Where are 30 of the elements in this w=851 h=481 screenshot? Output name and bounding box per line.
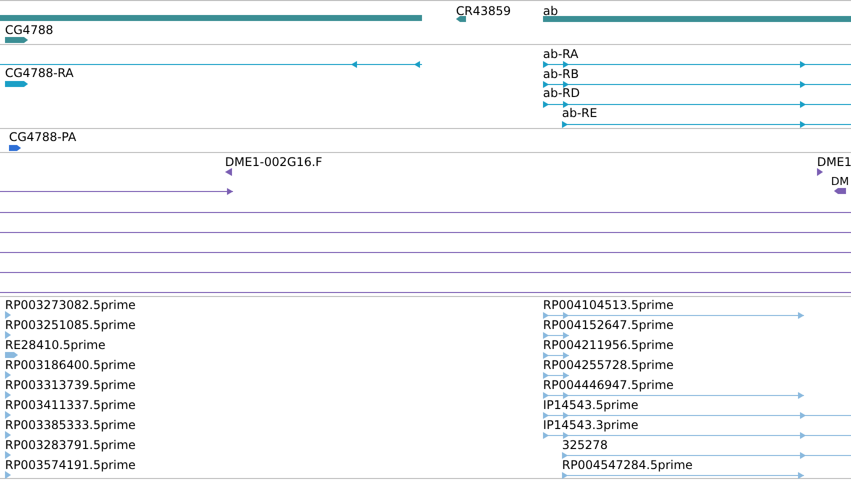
feature-label: RP003251085.5prime <box>5 318 136 332</box>
feature-label: CG4788-PA <box>9 130 76 144</box>
feature-label: RP003385333.5prime <box>5 418 136 432</box>
feature-label: ab-RE <box>562 106 598 120</box>
feature-label: RP004104513.5prime <box>543 298 674 312</box>
feature-label: RP004547284.5prime <box>562 458 693 472</box>
feature-label: RP004152647.5prime <box>543 318 674 332</box>
feature-label: RP004255728.5prime <box>543 358 674 372</box>
feature-label: DM <box>831 175 849 189</box>
feature-label: DME1 <box>817 155 851 169</box>
feature-label: 325278 <box>562 438 608 452</box>
feature-label: RP003273082.5prime <box>5 298 136 312</box>
feature-label: RP003411337.5prime <box>5 398 136 412</box>
feature-label: RP003574191.5prime <box>5 458 136 472</box>
feature-label: RP003186400.5prime <box>5 358 136 372</box>
feature-label: IP14543.5prime <box>543 398 638 412</box>
feature-label: RE28410.5prime <box>5 338 106 352</box>
feature-label: RP004446947.5prime <box>543 378 674 392</box>
feature-label: CG4788 <box>5 23 54 37</box>
feature-label: RP003283791.5prime <box>5 438 136 452</box>
feature-label: ab-RB <box>543 67 579 81</box>
feature-label: ab-RD <box>543 86 580 100</box>
feature-label: DME1-002G16.F <box>225 155 322 169</box>
feature-label: RP003313739.5prime <box>5 378 136 392</box>
feature-label: ab-RA <box>543 47 578 61</box>
feature-label: CR43859 <box>456 4 511 18</box>
feature-label: ab <box>543 4 558 18</box>
feature-label: IP14543.3prime <box>543 418 638 432</box>
feature-label: CG4788-RA <box>5 66 74 80</box>
feature-label: RP004211956.5prime <box>543 338 674 352</box>
